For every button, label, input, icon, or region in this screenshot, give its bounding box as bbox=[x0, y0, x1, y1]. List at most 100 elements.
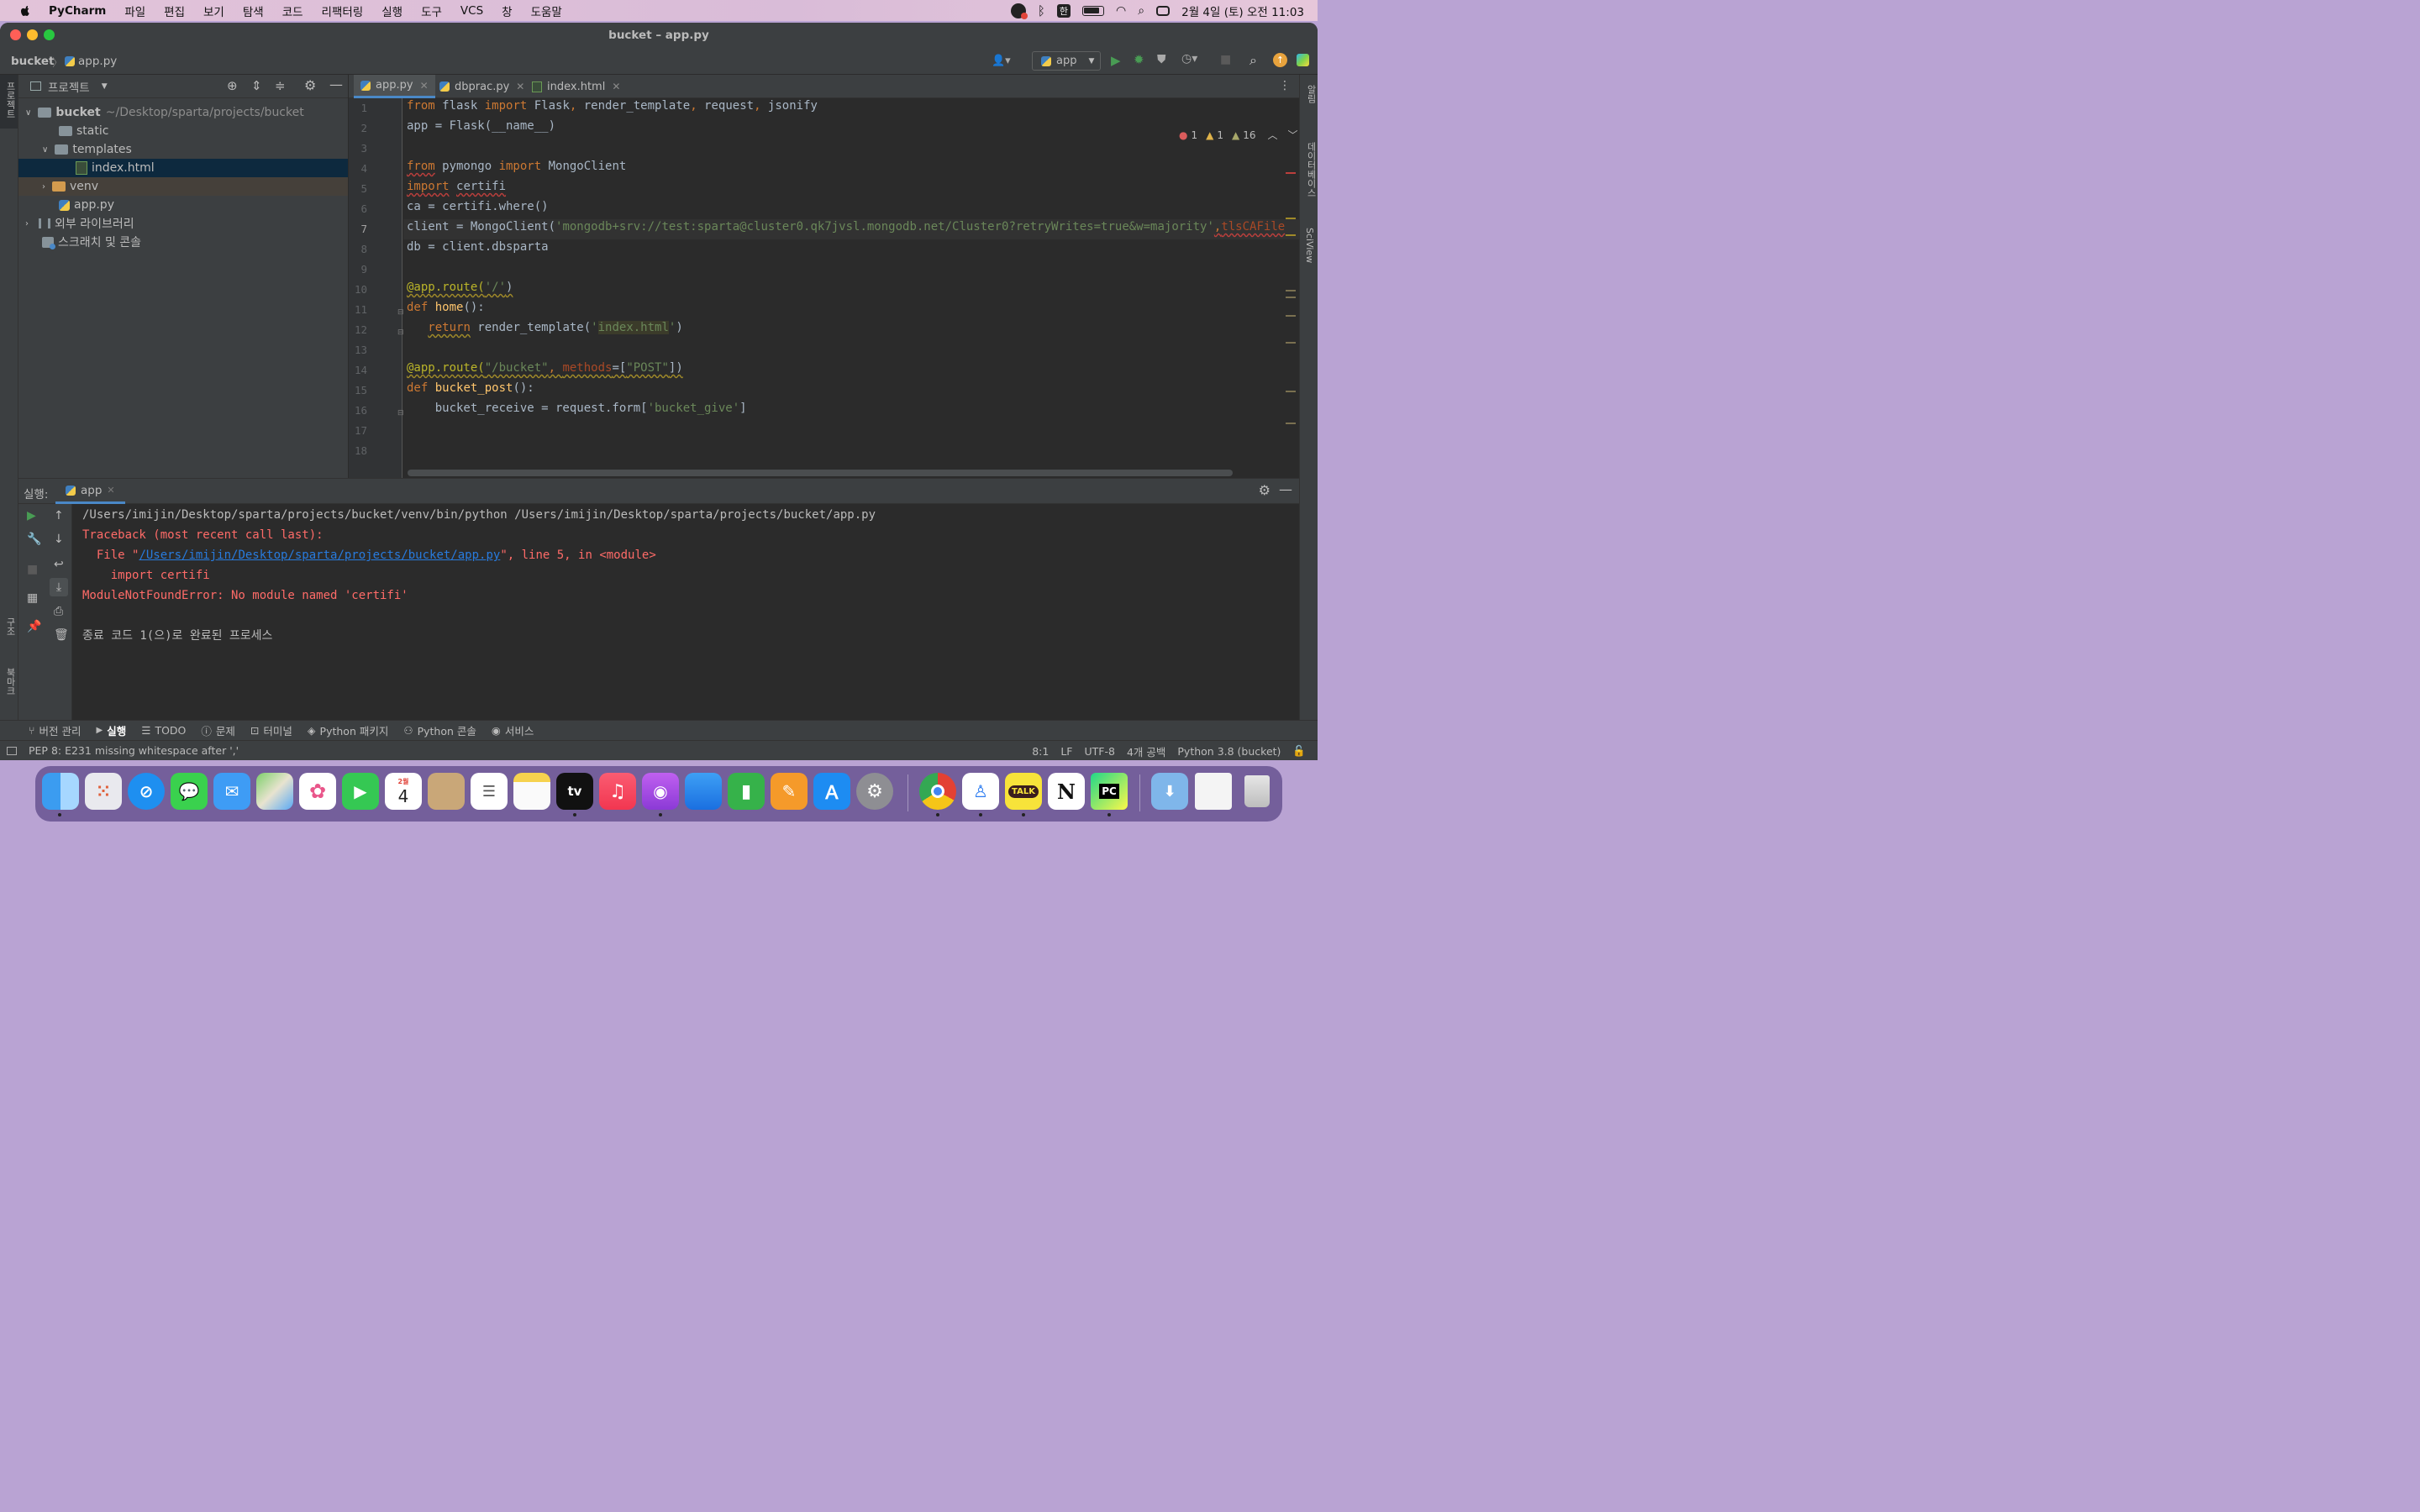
menu-item-run[interactable]: 실행 bbox=[381, 3, 402, 19]
close-tab-icon[interactable]: ✕ bbox=[516, 81, 524, 92]
tool-problems[interactable]: ⓘ 문제 bbox=[201, 722, 235, 738]
scroll-up-icon[interactable]: ↑ bbox=[54, 509, 64, 522]
calendar-icon[interactable]: 2월 4 bbox=[385, 773, 422, 810]
bluetooth-icon[interactable]: ᛒ bbox=[1038, 3, 1045, 18]
notes-icon[interactable] bbox=[513, 773, 550, 810]
close-tab-icon[interactable]: ✕ bbox=[420, 80, 429, 92]
run-tab-app[interactable]: app ✕ bbox=[55, 479, 125, 504]
structure-tool-label[interactable]: 구조 bbox=[3, 617, 17, 636]
console-file-link[interactable]: /Users/imijin/Desktop/sparta/projects/bu… bbox=[139, 549, 500, 562]
scroll-to-end-icon[interactable]: ⤓ bbox=[50, 578, 68, 596]
pycharm-icon[interactable]: PC bbox=[1091, 773, 1128, 810]
tree-item-app-py[interactable]: app.py bbox=[18, 196, 348, 214]
next-problem-icon[interactable]: ﹀ bbox=[1288, 128, 1298, 142]
apple-icon[interactable] bbox=[18, 4, 32, 18]
chrome-icon[interactable] bbox=[919, 773, 956, 810]
recent-document-icon[interactable] bbox=[1195, 773, 1232, 810]
safari-icon[interactable]: ⊘ bbox=[128, 773, 165, 810]
horizontal-scrollbar[interactable] bbox=[408, 470, 1233, 476]
file-encoding[interactable]: UTF-8 bbox=[1085, 745, 1115, 758]
facetime-icon[interactable]: ▶ bbox=[342, 773, 379, 810]
menu-item-window[interactable]: 창 bbox=[502, 3, 512, 19]
print-icon[interactable]: ⎙ bbox=[54, 605, 63, 618]
minimize-window-button[interactable] bbox=[27, 29, 38, 40]
user-account-icon[interactable]: 👤▾ bbox=[992, 55, 1011, 67]
database-tool-label[interactable]: 데이터베이스 bbox=[1304, 142, 1318, 197]
photos-icon[interactable]: ✿ bbox=[299, 773, 336, 810]
menu-item-code[interactable]: 코드 bbox=[282, 3, 303, 19]
layout-icon[interactable]: ▦ bbox=[27, 591, 38, 605]
tree-item-scratches[interactable]: 스크래치 및 콘솔 bbox=[18, 233, 348, 251]
tree-item-index-html[interactable]: index.html bbox=[18, 159, 348, 177]
coverage-icon[interactable]: ⛊ bbox=[1157, 53, 1166, 66]
messages-icon[interactable]: 💬 bbox=[171, 773, 208, 810]
tool-python-packages[interactable]: ◈ Python 패키지 bbox=[308, 722, 388, 738]
menu-item-file[interactable]: 파일 bbox=[124, 3, 145, 19]
wifi-icon[interactable]: ◠ bbox=[1116, 4, 1126, 18]
wrench-icon[interactable]: 🔧 bbox=[27, 533, 41, 546]
locate-file-icon[interactable]: ⊕ bbox=[227, 78, 238, 93]
trash-icon[interactable] bbox=[1239, 773, 1276, 810]
music-icon[interactable]: ♫ bbox=[599, 773, 636, 810]
menu-item-tools[interactable]: 도구 bbox=[421, 3, 442, 19]
maps-icon[interactable] bbox=[256, 773, 293, 810]
spotlight-search-icon[interactable]: ⌕ bbox=[1138, 4, 1144, 18]
bookmarks-tool-label[interactable]: 북마크 bbox=[3, 668, 17, 696]
sciview-tool-label[interactable]: SciView bbox=[1304, 228, 1315, 263]
lock-icon[interactable]: 🔓 bbox=[1292, 744, 1306, 758]
finder-icon[interactable] bbox=[42, 773, 79, 810]
pin-icon[interactable]: 📌 bbox=[27, 620, 41, 633]
gear-icon[interactable]: ⚙ bbox=[1259, 482, 1270, 498]
tree-item-external-libraries[interactable]: › 외부 라이브러리 bbox=[18, 214, 348, 233]
tab-dbprac-py[interactable]: dbprac.py ✕ bbox=[433, 75, 531, 98]
hide-panel-icon[interactable]: — bbox=[1279, 481, 1292, 497]
stop-icon[interactable]: ■ bbox=[1220, 53, 1231, 66]
tree-item-venv[interactable]: › venv bbox=[18, 177, 348, 196]
run-config-selector[interactable]: app ▼ bbox=[1032, 51, 1101, 71]
tree-item-static[interactable]: static bbox=[18, 122, 348, 140]
kakaotalk-icon[interactable]: TALK bbox=[1005, 773, 1042, 810]
tool-python-console[interactable]: ⚇ Python 콘솔 bbox=[403, 722, 476, 738]
tool-todo[interactable]: ☰ TODO bbox=[141, 724, 186, 737]
code-area[interactable]: from flask import Flask, render_template… bbox=[349, 98, 1299, 478]
notion-icon[interactable]: N bbox=[1048, 773, 1085, 810]
zoom-window-button[interactable] bbox=[44, 29, 55, 40]
tool-services[interactable]: ◉ 서비스 bbox=[492, 722, 534, 738]
tab-app-py[interactable]: app.py ✕ bbox=[354, 75, 435, 98]
keynote-icon[interactable] bbox=[685, 773, 722, 810]
scroll-down-icon[interactable]: ↓ bbox=[54, 533, 64, 546]
chevron-down-icon[interactable]: ▼ bbox=[102, 82, 108, 91]
hide-panel-icon[interactable]: — bbox=[329, 76, 343, 92]
stop-icon[interactable]: ■ bbox=[27, 563, 38, 576]
tool-run[interactable]: ▶ 실행 bbox=[97, 722, 127, 738]
trash-icon[interactable]: 🗑 bbox=[54, 628, 69, 642]
update-icon[interactable]: ↑ bbox=[1273, 53, 1287, 67]
close-tab-icon[interactable]: ✕ bbox=[612, 81, 620, 92]
menu-item-refactor[interactable]: 리팩터링 bbox=[322, 3, 364, 19]
collapse-all-icon[interactable]: ≑ bbox=[275, 78, 286, 93]
expand-all-icon[interactable]: ⇕ bbox=[251, 78, 262, 93]
reminders-icon[interactable]: ☰ bbox=[471, 773, 508, 810]
caret-position[interactable]: 8:1 bbox=[1032, 745, 1049, 758]
search-everywhere-icon[interactable]: ⌕ bbox=[1249, 52, 1257, 69]
app-store-icon[interactable]: Ａ bbox=[813, 773, 850, 810]
menu-item-help[interactable]: 도움말 bbox=[531, 3, 562, 19]
run-icon[interactable]: ▶ bbox=[1111, 53, 1121, 68]
debug-icon[interactable]: ✹ bbox=[1134, 52, 1144, 67]
gear-icon[interactable]: ⚙ bbox=[304, 77, 316, 93]
tree-item-templates[interactable]: ∨ templates bbox=[18, 140, 348, 159]
menu-item-edit[interactable]: 편집 bbox=[164, 3, 185, 19]
notifications-tool-label[interactable]: 알림 bbox=[1304, 85, 1318, 103]
system-preferences-icon[interactable]: ⚙ bbox=[856, 773, 893, 810]
menu-item-view[interactable]: 보기 bbox=[203, 3, 224, 19]
breadcrumb-file[interactable]: app.py bbox=[78, 55, 117, 68]
tool-terminal[interactable]: ⊡ 터미널 bbox=[250, 722, 292, 738]
numbers-icon[interactable]: ▮ bbox=[728, 773, 765, 810]
inspection-widget[interactable]: ● 1 ▲ 1 ▲ 16 ︿ ﹀ bbox=[1179, 128, 1298, 142]
close-window-button[interactable] bbox=[10, 29, 21, 40]
project-panel-title[interactable]: 프로젝트 bbox=[48, 78, 90, 95]
console-output[interactable]: /Users/imijin/Desktop/sparta/projects/bu… bbox=[72, 504, 1299, 721]
control-center-icon[interactable] bbox=[1156, 5, 1171, 16]
more-tabs-icon[interactable]: ⋮ bbox=[1279, 79, 1291, 92]
menu-app-name[interactable]: PyCharm bbox=[49, 4, 106, 18]
